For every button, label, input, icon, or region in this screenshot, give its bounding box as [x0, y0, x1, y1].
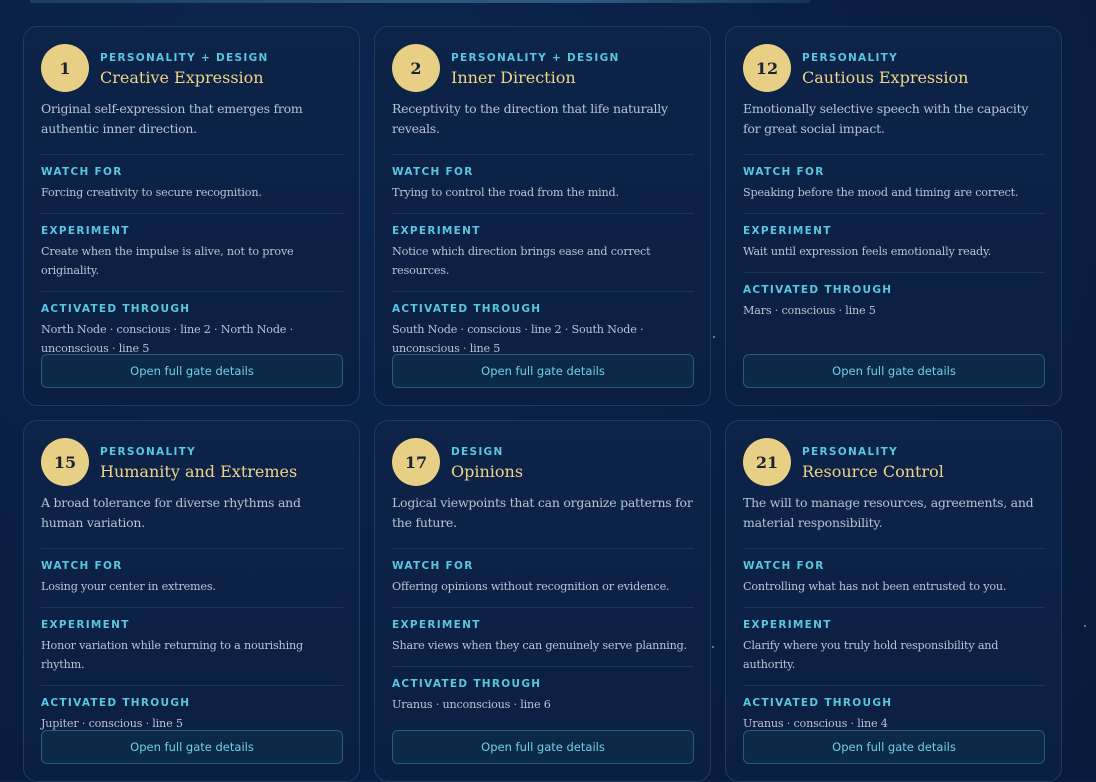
- activated-through-section: ACTIVATED THROUGH Uranus · unconscious ·…: [392, 667, 694, 725]
- activated-through-label: ACTIVATED THROUGH: [41, 303, 191, 315]
- gate-activation-kind: PERSONALITY: [100, 446, 197, 458]
- gate-number-badge: 2: [392, 44, 440, 92]
- gate-card: 17 DESIGN Opinions Logical viewpoints th…: [374, 420, 711, 782]
- gate-heading: PERSONALITY Cautious Expression: [802, 44, 968, 88]
- gate-activation-kind: PERSONALITY: [802, 52, 899, 64]
- experiment-text: Notice which direction brings ease and c…: [392, 245, 651, 277]
- gate-name: Resource Control: [802, 462, 944, 481]
- experiment-label: EXPERIMENT: [743, 619, 832, 631]
- background-star: [1084, 625, 1086, 627]
- watch-for-section: WATCH FOR Forcing creativity to secure r…: [41, 155, 343, 214]
- gate-name: Cautious Expression: [802, 68, 969, 87]
- watch-for-label: WATCH FOR: [41, 166, 123, 178]
- gate-number-badge: 15: [41, 438, 89, 486]
- gate-card-header: 1 PERSONALITY + DESIGN Creative Expressi…: [41, 44, 343, 94]
- experiment-text: Clarify where you truly hold responsibil…: [743, 639, 999, 671]
- gate-card-header: 2 PERSONALITY + DESIGN Inner Direction: [392, 44, 694, 94]
- watch-for-text: Losing your center in extremes.: [41, 580, 216, 593]
- activated-through-text: Mars · conscious · line 5: [743, 304, 876, 317]
- gate-heading: PERSONALITY + DESIGN Inner Direction: [451, 44, 620, 88]
- activated-through-label: ACTIVATED THROUGH: [743, 284, 893, 296]
- watch-for-label: WATCH FOR: [392, 166, 474, 178]
- gate-card-header: 15 PERSONALITY Humanity and Extremes: [41, 438, 343, 488]
- gate-card-header: 21 PERSONALITY Resource Control: [743, 438, 1045, 488]
- gate-heading: PERSONALITY Humanity and Extremes: [100, 438, 297, 482]
- gate-description: Original self-expression that emerges fr…: [41, 99, 343, 155]
- experiment-section: EXPERIMENT Notice which direction brings…: [392, 214, 694, 292]
- gate-card-header: 12 PERSONALITY Cautious Expression: [743, 44, 1045, 94]
- gate-card: 21 PERSONALITY Resource Control The will…: [725, 420, 1062, 782]
- watch-for-label: WATCH FOR: [41, 560, 123, 572]
- gate-description: Logical viewpoints that can organize pat…: [392, 493, 694, 549]
- gate-card-grid: 1 PERSONALITY + DESIGN Creative Expressi…: [23, 26, 1063, 782]
- gate-description: A broad tolerance for diverse rhythms an…: [41, 493, 343, 549]
- gate-number-badge: 21: [743, 438, 791, 486]
- watch-for-text: Offering opinions without recognition or…: [392, 580, 670, 593]
- experiment-section: EXPERIMENT Honor variation while returni…: [41, 608, 343, 686]
- experiment-text: Honor variation while returning to a nou…: [41, 639, 303, 671]
- watch-for-text: Controlling what has not been entrusted …: [743, 580, 1007, 593]
- open-gate-details-button[interactable]: Open full gate details: [41, 354, 343, 388]
- gate-activation-kind: PERSONALITY: [802, 446, 899, 458]
- open-gate-details-button[interactable]: Open full gate details: [743, 730, 1045, 764]
- watch-for-text: Speaking before the mood and timing are …: [743, 186, 1019, 199]
- gate-number-badge: 1: [41, 44, 89, 92]
- experiment-section: EXPERIMENT Share views when they can gen…: [392, 608, 694, 667]
- gate-description: The will to manage resources, agreements…: [743, 493, 1045, 549]
- gate-description: Emotionally selective speech with the ca…: [743, 99, 1045, 155]
- gate-number-badge: 17: [392, 438, 440, 486]
- top-divider: [30, 0, 810, 3]
- experiment-label: EXPERIMENT: [41, 619, 130, 631]
- activated-through-text: South Node · conscious · line 2 · South …: [392, 323, 644, 355]
- gate-card: 15 PERSONALITY Humanity and Extremes A b…: [23, 420, 360, 782]
- activated-through-label: ACTIVATED THROUGH: [743, 697, 893, 709]
- watch-for-label: WATCH FOR: [743, 560, 825, 572]
- gate-number-badge: 12: [743, 44, 791, 92]
- activated-through-text: Uranus · unconscious · line 6: [392, 698, 551, 711]
- experiment-label: EXPERIMENT: [41, 225, 130, 237]
- watch-for-section: WATCH FOR Controlling what has not been …: [743, 549, 1045, 608]
- gate-name: Opinions: [451, 462, 524, 481]
- gate-heading: PERSONALITY + DESIGN Creative Expression: [100, 44, 269, 88]
- gate-card: 12 PERSONALITY Cautious Expression Emoti…: [725, 26, 1062, 406]
- watch-for-section: WATCH FOR Trying to control the road fro…: [392, 155, 694, 214]
- experiment-section: EXPERIMENT Clarify where you truly hold …: [743, 608, 1045, 686]
- activated-through-text: North Node · conscious · line 2 · North …: [41, 323, 293, 355]
- watch-for-section: WATCH FOR Losing your center in extremes…: [41, 549, 343, 608]
- watch-for-section: WATCH FOR Speaking before the mood and t…: [743, 155, 1045, 214]
- experiment-label: EXPERIMENT: [392, 225, 481, 237]
- experiment-text: Share views when they can genuinely serv…: [392, 639, 687, 652]
- watch-for-section: WATCH FOR Offering opinions without reco…: [392, 549, 694, 608]
- gate-card: 1 PERSONALITY + DESIGN Creative Expressi…: [23, 26, 360, 406]
- open-gate-details-button[interactable]: Open full gate details: [41, 730, 343, 764]
- experiment-label: EXPERIMENT: [392, 619, 481, 631]
- gate-name: Inner Direction: [451, 68, 576, 87]
- watch-for-text: Forcing creativity to secure recognition…: [41, 186, 262, 199]
- watch-for-label: WATCH FOR: [392, 560, 474, 572]
- experiment-section: EXPERIMENT Create when the impulse is al…: [41, 214, 343, 292]
- activated-through-label: ACTIVATED THROUGH: [392, 303, 542, 315]
- gate-activation-kind: PERSONALITY + DESIGN: [100, 52, 269, 64]
- gate-heading: DESIGN Opinions: [451, 438, 523, 482]
- gate-name: Creative Expression: [100, 68, 264, 87]
- gate-activation-kind: PERSONALITY + DESIGN: [451, 52, 620, 64]
- open-gate-details-button[interactable]: Open full gate details: [743, 354, 1045, 388]
- experiment-section: EXPERIMENT Wait until expression feels e…: [743, 214, 1045, 273]
- gate-card-header: 17 DESIGN Opinions: [392, 438, 694, 488]
- gate-heading: PERSONALITY Resource Control: [802, 438, 944, 482]
- experiment-text: Create when the impulse is alive, not to…: [41, 245, 294, 277]
- gate-card: 2 PERSONALITY + DESIGN Inner Direction R…: [374, 26, 711, 406]
- gate-name: Humanity and Extremes: [100, 462, 298, 481]
- experiment-text: Wait until expression feels emotionally …: [743, 245, 991, 258]
- gate-activation-kind: DESIGN: [451, 446, 504, 458]
- experiment-label: EXPERIMENT: [743, 225, 832, 237]
- open-gate-details-button[interactable]: Open full gate details: [392, 354, 694, 388]
- watch-for-text: Trying to control the road from the mind…: [392, 186, 619, 199]
- gate-description: Receptivity to the direction that life n…: [392, 99, 694, 155]
- watch-for-label: WATCH FOR: [743, 166, 825, 178]
- activated-through-label: ACTIVATED THROUGH: [392, 678, 542, 690]
- activated-through-label: ACTIVATED THROUGH: [41, 697, 191, 709]
- open-gate-details-button[interactable]: Open full gate details: [392, 730, 694, 764]
- activated-through-section: ACTIVATED THROUGH Mars · conscious · lin…: [743, 273, 1045, 331]
